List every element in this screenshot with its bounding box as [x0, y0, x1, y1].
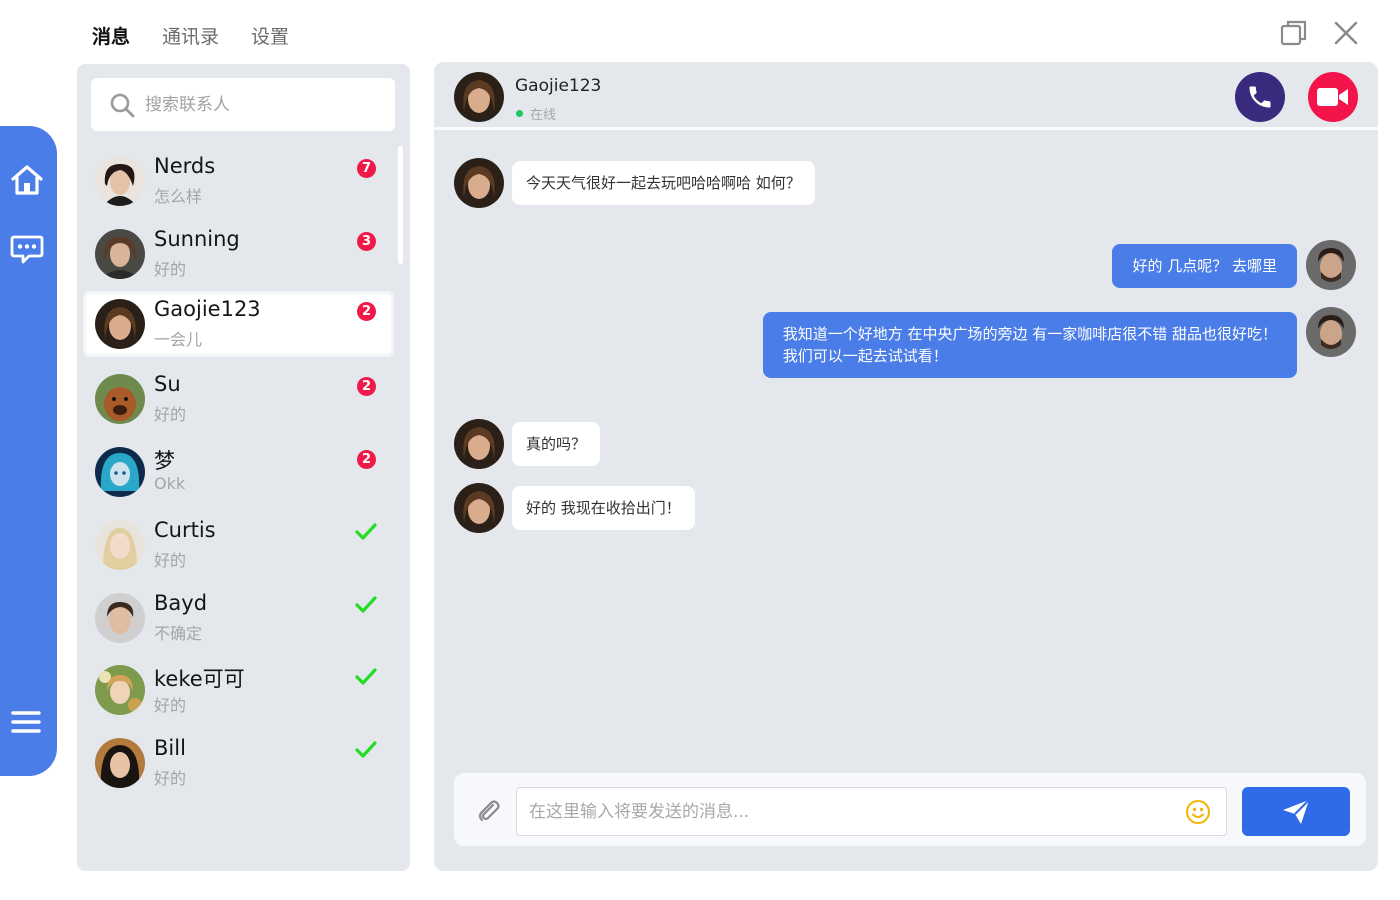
- voice-call-button[interactable]: [1235, 72, 1285, 122]
- read-check-icon: [355, 668, 377, 685]
- status-text: 在线: [530, 108, 557, 123]
- contact-item[interactable]: Sunning 好的 3: [83, 221, 394, 287]
- message-input-box: [516, 787, 1227, 836]
- contact-preview: 好的: [154, 551, 187, 570]
- tab-messages[interactable]: 消息: [92, 22, 130, 49]
- chat-icon[interactable]: [9, 230, 45, 266]
- avatar: [95, 229, 145, 279]
- unread-badge: 3: [357, 232, 376, 251]
- restore-window-button[interactable]: [1279, 18, 1309, 48]
- contact-item[interactable]: Curtis 好的: [83, 512, 394, 578]
- avatar: [95, 665, 145, 715]
- contact-preview: 好的: [154, 696, 187, 715]
- contact-name: Bill: [154, 736, 186, 760]
- unread-badge: 2: [357, 377, 376, 396]
- search-input[interactable]: [145, 94, 385, 115]
- my-avatar: [1306, 307, 1356, 357]
- emoji-icon[interactable]: [1185, 799, 1211, 825]
- avatar: [95, 447, 145, 497]
- message-incoming: 真的吗？: [512, 422, 601, 466]
- tab-settings[interactable]: 设置: [251, 22, 289, 49]
- contact-name: Su: [154, 372, 181, 396]
- phone-icon: [1249, 86, 1271, 108]
- chat-panel: Gaojie123 在线 今天天气很好一起去玩吧哈哈啊哈 如何？ 好的 几点呢？…: [434, 62, 1378, 871]
- my-avatar: [1306, 240, 1356, 290]
- search-icon: [110, 93, 135, 117]
- contact-name: Curtis: [154, 518, 216, 542]
- contact-item[interactable]: keke可可 好的: [83, 657, 394, 723]
- contact-item[interactable]: 梦 Okk 2: [83, 439, 394, 505]
- home-icon[interactable]: [9, 162, 45, 198]
- contact-name: 梦: [154, 449, 175, 473]
- top-nav: 消息 通讯录 设置: [92, 22, 289, 49]
- unread-badge: 7: [357, 159, 376, 178]
- avatar: [95, 299, 145, 349]
- chat-avatar[interactable]: [454, 72, 504, 122]
- contact-preview: 好的: [154, 769, 187, 788]
- send-icon: [1283, 798, 1310, 824]
- message-avatar: [454, 158, 504, 208]
- unread-badge: 2: [357, 450, 376, 469]
- contact-preview: Okk: [154, 474, 186, 493]
- contact-preview: 好的: [154, 405, 187, 424]
- message-incoming: 今天天气很好一起去玩吧哈哈啊哈 如何？: [512, 161, 815, 205]
- chat-header: Gaojie123 在线: [434, 62, 1378, 130]
- unread-badge: 2: [357, 302, 376, 321]
- chat-title: Gaojie123: [515, 76, 602, 96]
- contact-name: keke可可: [154, 667, 245, 691]
- close-window-button[interactable]: [1331, 18, 1361, 48]
- online-dot: [516, 110, 523, 117]
- contact-name: Gaojie123: [154, 297, 261, 321]
- contact-preview: 不确定: [154, 624, 203, 643]
- contact-preview: 一会儿: [154, 330, 203, 349]
- contact-item-selected[interactable]: Gaojie123 一会儿 2: [83, 291, 394, 357]
- read-check-icon: [355, 596, 377, 613]
- contact-item[interactable]: Nerds 怎么样 7: [83, 148, 394, 214]
- contact-name: Nerds: [154, 154, 216, 178]
- message-composer: [454, 773, 1366, 846]
- read-check-icon: [355, 741, 377, 758]
- contact-preview: 怎么样: [154, 187, 203, 206]
- tab-contacts[interactable]: 通讯录: [162, 22, 219, 49]
- close-icon: [1334, 21, 1358, 45]
- message-line: 我知道一个好地方 在中央广场的旁边 有一家咖啡店很不错 甜品也很好吃！: [782, 325, 1277, 343]
- avatar: [95, 738, 145, 788]
- contact-item[interactable]: Su 好的 2: [83, 366, 394, 432]
- read-check-icon: [355, 523, 377, 540]
- paperclip-icon[interactable]: [474, 796, 502, 824]
- contact-item[interactable]: Bill 好的: [83, 730, 394, 796]
- contact-preview: 好的: [154, 260, 187, 279]
- avatar: [95, 156, 145, 206]
- avatar: [95, 374, 145, 424]
- online-status: 在线: [516, 104, 556, 123]
- contact-name: Bayd: [154, 591, 208, 615]
- menu-icon[interactable]: [9, 704, 45, 740]
- message-avatar: [454, 419, 504, 469]
- avatar: [95, 520, 145, 570]
- send-button[interactable]: [1242, 787, 1350, 836]
- message-incoming: 好的 我现在收拾出门！: [512, 486, 695, 530]
- contact-name: Sunning: [154, 227, 240, 251]
- message-line: 我们可以一起去试试看！: [782, 347, 948, 365]
- restore-icon: [1280, 20, 1307, 46]
- message-input[interactable]: [529, 788, 1169, 835]
- message-outgoing: 好的 几点呢？ 去哪里: [1112, 244, 1297, 288]
- contacts-scrollbar[interactable]: [398, 146, 403, 264]
- contact-item[interactable]: Bayd 不确定: [83, 585, 394, 651]
- side-rail: [0, 126, 57, 776]
- message-outgoing: 我知道一个好地方 在中央广场的旁边 有一家咖啡店很不错 甜品也很好吃！ 我们可以…: [762, 312, 1297, 378]
- avatar: [95, 593, 145, 643]
- search-box[interactable]: [91, 78, 395, 131]
- message-avatar: [454, 483, 504, 533]
- video-camera-icon: [1317, 88, 1348, 106]
- contacts-panel: Nerds 怎么样 7 Sunning 好的 3 Gaojie123 一会儿 2…: [77, 64, 410, 871]
- video-call-button[interactable]: [1308, 72, 1358, 122]
